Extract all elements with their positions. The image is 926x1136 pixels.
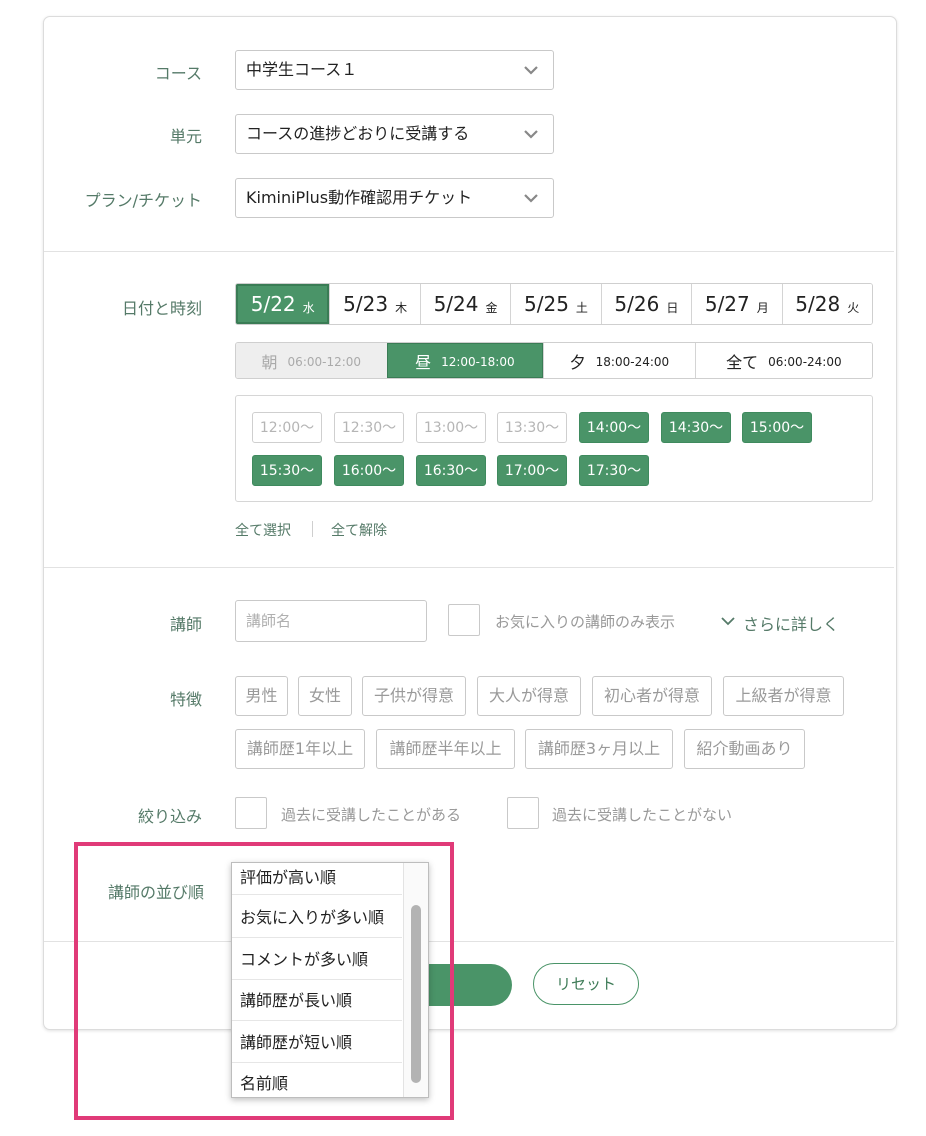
date-tab-weekday: 水 <box>302 300 315 315</box>
time-slot[interactable]: 15:00〜 <box>742 412 812 443</box>
date-tabs: 5/22 水 5/23 木 5/24 金 5/25 土 5/26 日 5/27 月 5/28… <box>235 283 873 325</box>
date-tab-weekday: 金 <box>485 300 498 315</box>
chevron-down-icon <box>524 130 538 139</box>
feature-tag[interactable]: 講師歴半年以上 <box>376 729 515 769</box>
period-tab-morning[interactable]: 朝 06:00-12:00 <box>236 343 387 378</box>
feature-tag[interactable]: 子供が得意 <box>362 676 466 716</box>
unit-select-value: コースの進捗どおりに受講する <box>246 124 470 143</box>
date-tab-date: 5/25 <box>524 292 569 316</box>
date-tab[interactable]: 5/24 金 <box>419 284 511 324</box>
period-tab-all[interactable]: 全て 06:00-24:00 <box>694 343 872 378</box>
reset-button[interactable]: リセット <box>533 963 639 1005</box>
time-slot[interactable]: 14:30〜 <box>661 412 731 443</box>
chevron-down-icon <box>721 617 735 626</box>
more-details-label: さらに詳しく <box>743 615 840 634</box>
sort-option[interactable]: 評価が高い順 <box>232 863 402 895</box>
plan-label: プラン/チケット <box>84 191 202 210</box>
teacher-label: 講師 <box>169 615 202 634</box>
period-name: 昼 <box>415 352 432 372</box>
date-tab[interactable]: 5/22 水 <box>236 284 330 324</box>
divider <box>44 251 894 252</box>
favorites-only-label: お気に入りの講師のみ表示 <box>495 613 676 631</box>
select-all-link[interactable]: 全て選択 <box>235 520 291 540</box>
sort-option[interactable]: コメントが多い順 <box>232 939 402 980</box>
period-range: 06:00-12:00 <box>287 355 362 369</box>
date-tab[interactable]: 5/23 木 <box>329 284 420 324</box>
date-tab-date: 5/22 <box>250 292 296 316</box>
time-slot[interactable]: 13:30〜 <box>497 412 567 443</box>
time-slot[interactable]: 17:30〜 <box>579 455 649 486</box>
taken-before-checkbox[interactable] <box>235 797 267 829</box>
date-tab-date: 5/26 <box>614 292 660 316</box>
filter-label: 絞り込み <box>137 807 202 826</box>
time-slot[interactable]: 14:00〜 <box>579 412 649 443</box>
feature-tag[interactable]: 上級者が得意 <box>723 676 844 716</box>
period-tab-evening[interactable]: 夕 18:00-24:00 <box>543 343 695 378</box>
time-slot[interactable]: 15:30〜 <box>252 455 322 486</box>
date-tab-date: 5/27 <box>704 292 750 316</box>
time-slot[interactable]: 17:00〜 <box>497 455 567 486</box>
plan-select[interactable]: KiminiPlus動作確認用チケット <box>235 178 554 218</box>
favorites-only-checkbox[interactable] <box>448 604 480 636</box>
period-name: 朝 <box>261 352 278 372</box>
course-select[interactable]: 中学生コース１ <box>235 50 554 90</box>
period-range: 18:00-24:00 <box>595 355 670 369</box>
datetime-label: 日付と時刻 <box>121 299 202 318</box>
feature-tag[interactable]: 講師歴1年以上 <box>235 729 365 769</box>
feature-tag[interactable]: 大人が得意 <box>477 676 581 716</box>
period-tabs: 朝 06:00-12:00 昼 12:00-18:00 夕 18:00-24:00 全… <box>235 342 873 379</box>
date-tab-weekday: 土 <box>575 300 588 315</box>
sort-option[interactable]: 講師歴が長い順 <box>232 980 402 1021</box>
course-label: コース <box>154 64 202 83</box>
more-details-toggle[interactable]: さらに詳しく <box>721 611 839 635</box>
taken-before-label: 過去に受講したことがある <box>281 806 462 824</box>
date-tab[interactable]: 5/27 月 <box>691 284 782 324</box>
date-tab-weekday: 火 <box>847 300 860 315</box>
date-tab-date: 5/28 <box>795 292 841 316</box>
period-tab-afternoon[interactable]: 昼 12:00-18:00 <box>386 343 544 378</box>
period-name: 全て <box>726 352 759 372</box>
time-slot[interactable]: 12:00〜 <box>252 412 322 443</box>
time-slot[interactable]: 16:00〜 <box>334 455 404 486</box>
date-tab-date: 5/24 <box>433 292 479 316</box>
time-slot[interactable]: 12:30〜 <box>334 412 404 443</box>
sort-dropdown[interactable]: 評価が高い順 お気に入りが多い順 コメントが多い順 講師歴が長い順 講師歴が短い… <box>231 862 429 1098</box>
date-tab[interactable]: 5/28 火 <box>781 284 872 324</box>
chevron-down-icon <box>524 194 538 203</box>
sort-option[interactable]: 講師歴が短い順 <box>232 1022 402 1063</box>
sort-option[interactable]: お気に入りが多い順 <box>232 897 402 938</box>
feature-tag[interactable]: 初心者が得意 <box>592 676 712 716</box>
sort-option[interactable]: 名前順 <box>232 1063 402 1097</box>
date-tab-weekday: 月 <box>756 300 769 315</box>
feature-tag[interactable]: 紹介動画あり <box>684 729 805 769</box>
chevron-down-icon <box>524 66 538 75</box>
never-taken-label: 過去に受講したことがない <box>552 806 733 824</box>
time-slot-panel: 12:00〜 12:30〜 13:00〜 13:30〜 14:00〜 14:30… <box>235 395 873 502</box>
features-label: 特徴 <box>169 690 202 709</box>
feature-tag[interactable]: 女性 <box>298 676 352 716</box>
scrollbar-thumb[interactable] <box>411 905 421 1083</box>
date-tab-weekday: 日 <box>666 300 679 315</box>
unit-select[interactable]: コースの進捗どおりに受講する <box>235 114 554 154</box>
divider <box>44 567 894 568</box>
link-divider <box>312 521 313 537</box>
date-tab-date: 5/23 <box>343 292 389 316</box>
feature-tag[interactable]: 講師歴3ヶ月以上 <box>525 729 673 769</box>
period-range: 06:00-24:00 <box>768 355 842 369</box>
period-name: 夕 <box>569 352 586 372</box>
feature-tag[interactable]: 男性 <box>235 676 288 716</box>
period-range: 12:00-18:00 <box>441 355 515 369</box>
dropdown-scrollbar[interactable] <box>403 863 428 1097</box>
date-tab-weekday: 木 <box>395 300 408 315</box>
never-taken-checkbox[interactable] <box>507 797 539 829</box>
unit-label: 単元 <box>169 127 202 146</box>
plan-select-value: KiminiPlus動作確認用チケット <box>246 188 473 207</box>
time-slot[interactable]: 16:30〜 <box>416 455 486 486</box>
date-tab[interactable]: 5/26 日 <box>600 284 692 324</box>
time-slot[interactable]: 13:00〜 <box>416 412 486 443</box>
date-tab[interactable]: 5/25 土 <box>510 284 601 324</box>
course-select-value: 中学生コース１ <box>246 60 358 79</box>
deselect-all-link[interactable]: 全て解除 <box>331 520 387 540</box>
teacher-name-input[interactable]: 講師名 <box>235 600 427 642</box>
